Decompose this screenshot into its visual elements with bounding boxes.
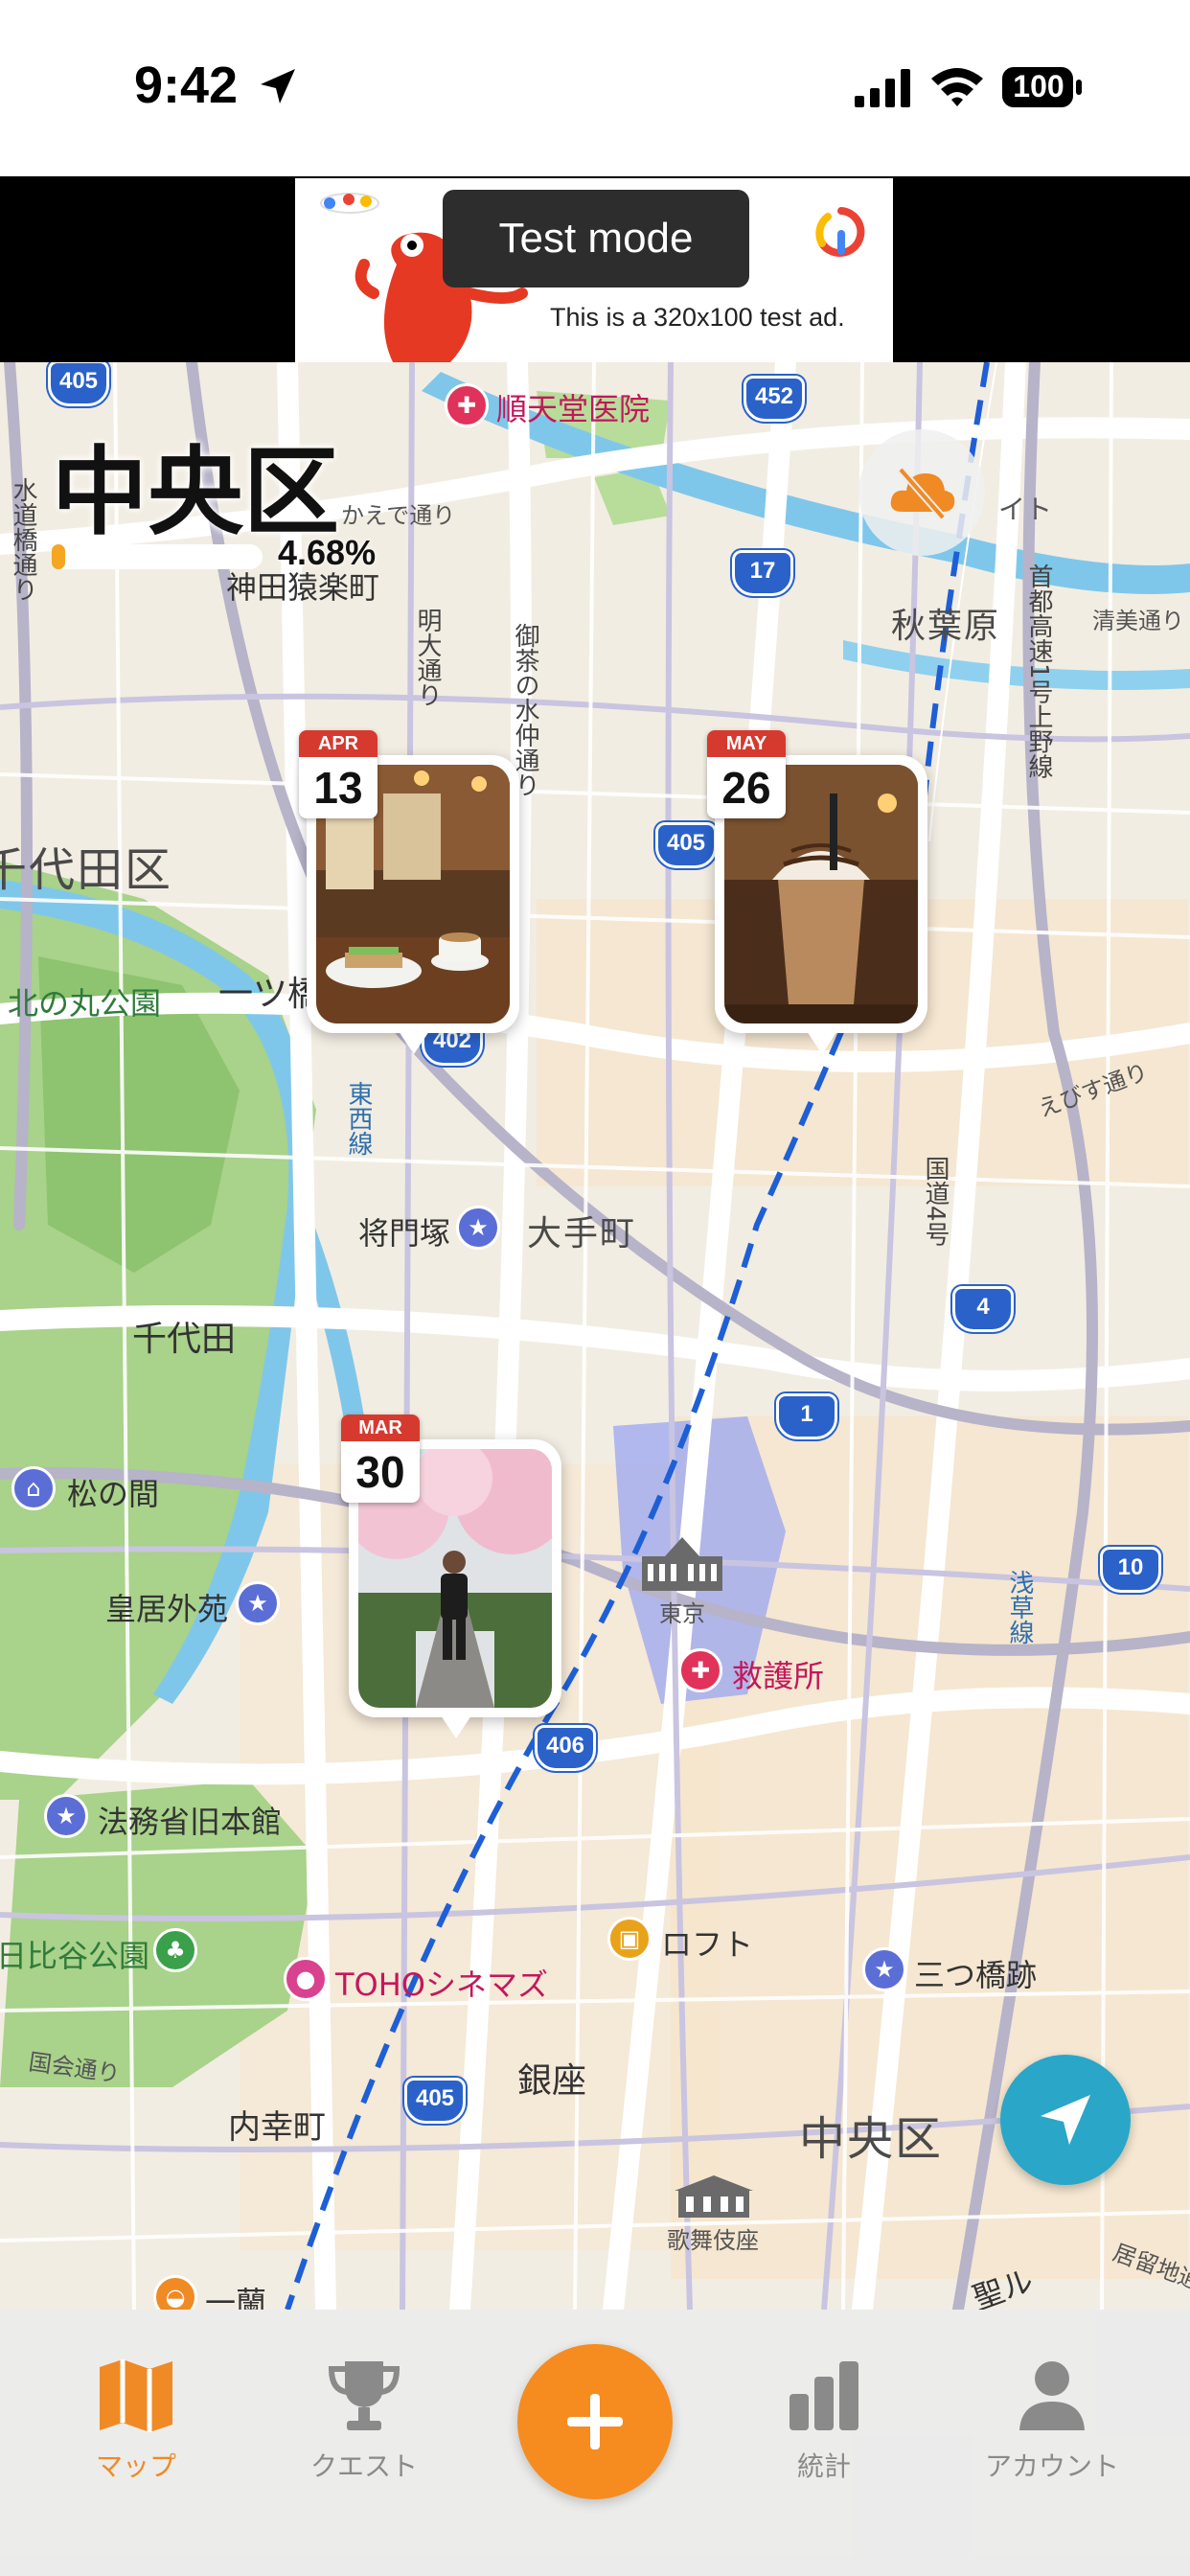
calendar-month: APR (299, 730, 378, 757)
kabukiza-icon[interactable] (671, 2174, 757, 2220)
hospital-poi-icon[interactable]: ✚ (445, 383, 489, 427)
ad-test-mode-label: Test mode (443, 190, 749, 288)
tab-quest[interactable]: クエスト (278, 2358, 450, 2484)
tab-label: 統計 (796, 2450, 851, 2482)
map-label-mitsubashi: 三つ橋跡 (914, 1957, 1038, 1993)
area-progress-fill (52, 544, 65, 569)
landmark-poi-icon[interactable]: ★ (236, 1581, 280, 1625)
area-progress-text: 4.68% (278, 533, 377, 572)
map-label-chiyoda-ku: 千代田区 (0, 843, 173, 897)
status-time: 9:42 (134, 57, 239, 114)
route-shield: 4 (952, 1286, 1014, 1332)
map-view[interactable]: 順天堂医院 ✚ かえで通り 水道橋通り 神田猿楽町 明大通り 御茶の水仲通り 秋… (0, 362, 1190, 2310)
map-icon (100, 2359, 172, 2432)
route-shield: 10 (1100, 1547, 1161, 1593)
landmark-poi-icon[interactable]: ⌂ (11, 1466, 56, 1510)
landmark-poi-icon[interactable]: ★ (44, 1794, 88, 1838)
park-poi-icon[interactable]: ♣ (153, 1928, 197, 1972)
map-label-hibiya-park: 日比谷公園 (0, 1938, 150, 1974)
map-label-fragment: イト (998, 494, 1053, 525)
calendar-day: 26 (721, 763, 771, 813)
cellular-signal-icon (855, 69, 910, 107)
wifi-icon (931, 68, 983, 106)
route-shield: 1 (776, 1393, 837, 1439)
stats-icon (790, 2361, 858, 2430)
area-progress-track (52, 544, 263, 569)
map-label-akihabara: 秋葉原 (891, 607, 1001, 646)
landmark-poi-icon[interactable]: ★ (456, 1206, 500, 1250)
tab-label: アカウント (984, 2450, 1119, 2482)
tab-label: クエスト (309, 2450, 418, 2482)
landmark-poi-icon[interactable]: ★ (862, 1947, 906, 1991)
map-label-otemachi: 大手町 (527, 1214, 637, 1254)
map-label-first-aid: 救護所 (732, 1658, 825, 1694)
route-shield: 17 (732, 550, 793, 596)
tab-stats[interactable]: 統計 (738, 2358, 910, 2484)
map-label-kokyo-gaien: 皇居外苑 (105, 1591, 229, 1627)
map-label-ginza: 銀座 (517, 2061, 587, 2101)
tokyo-station-icon[interactable] (638, 1533, 726, 1595)
first-aid-poi-icon[interactable]: ✚ (678, 1648, 722, 1692)
map-label-juntendo-hospital: 順天堂医院 (496, 391, 651, 427)
shopping-poi-icon[interactable]: ▣ (607, 1917, 652, 1961)
map-label-tozai-line: 東西線 (344, 1081, 373, 1156)
weather-toggle-button[interactable] (858, 429, 985, 556)
route-shield: 406 (535, 1725, 596, 1771)
map-label-chuo-ku: 中央区 (799, 2112, 944, 2166)
calendar-month: MAR (341, 1414, 420, 1441)
navigation-arrow-icon (1041, 2095, 1090, 2145)
calendar-badge: APR 13 (299, 730, 378, 818)
map-label-kokudo4: 国道4号 (921, 1156, 950, 1247)
map-label-meidai-dori: 明大通り (413, 608, 442, 707)
map-label-tokyo-station: 東京 (659, 1600, 705, 1627)
map-label-ichiran: 一蘭 (205, 2285, 267, 2310)
tab-label: マップ (95, 2450, 176, 2482)
battery-level: 100 (1013, 69, 1064, 104)
cloud-off-icon (890, 467, 955, 520)
calendar-badge: MAY 26 (707, 730, 786, 818)
map-label-uchisaiwaicho: 内幸町 (228, 2108, 326, 2147)
map-label-asakusa-line: 浅草線 (1005, 1570, 1034, 1644)
location-arrow-icon (261, 69, 295, 104)
map-label-shuto-expressway: 首都高速1号上野線 (1024, 564, 1053, 779)
map-label-masakado: 将門塚 (358, 1215, 451, 1252)
trophy-icon (328, 2361, 400, 2430)
route-shield: 405 (655, 822, 717, 868)
calendar-month: MAY (707, 730, 786, 757)
map-label-kitanomaru-park: 北の丸公園 (8, 985, 162, 1022)
tab-map[interactable]: マップ (50, 2358, 222, 2484)
current-location-button[interactable] (1000, 2055, 1131, 2185)
map-label-suidobashi-dori: 水道橋通り (9, 477, 37, 602)
tab-account[interactable]: アカウント (966, 2358, 1138, 2484)
calendar-badge: MAR 30 (341, 1414, 420, 1503)
cinema-poi-icon[interactable]: ● (284, 1957, 328, 2001)
plus-icon (567, 2394, 623, 2450)
map-label-toho-cinemas: TOHOシネマズ (335, 1966, 548, 2003)
route-shield: 405 (48, 362, 109, 406)
account-icon (1019, 2361, 1085, 2430)
map-label-kiyosumi-dori: 清美通り (1092, 608, 1184, 634)
ad-logo-icon (815, 207, 865, 257)
calendar-day: 30 (355, 1447, 405, 1497)
route-shield: 405 (404, 2078, 466, 2124)
map-label-kaede-dori: かえで通り (341, 502, 456, 529)
map-label-chiyoda: 千代田 (132, 1320, 237, 1359)
calendar-day: 13 (313, 763, 363, 813)
map-label-loft: ロフト (661, 1926, 754, 1963)
add-record-button[interactable] (517, 2344, 673, 2499)
route-shield: 452 (744, 376, 805, 422)
map-label-homusho: 法務省旧本館 (98, 1804, 283, 1840)
ad-caption: This is a 320x100 test ad. (550, 303, 845, 332)
map-label-matsu-no-ma: 松の間 (67, 1476, 160, 1512)
map-label-kabukiza: 歌舞伎座 (667, 2227, 759, 2254)
